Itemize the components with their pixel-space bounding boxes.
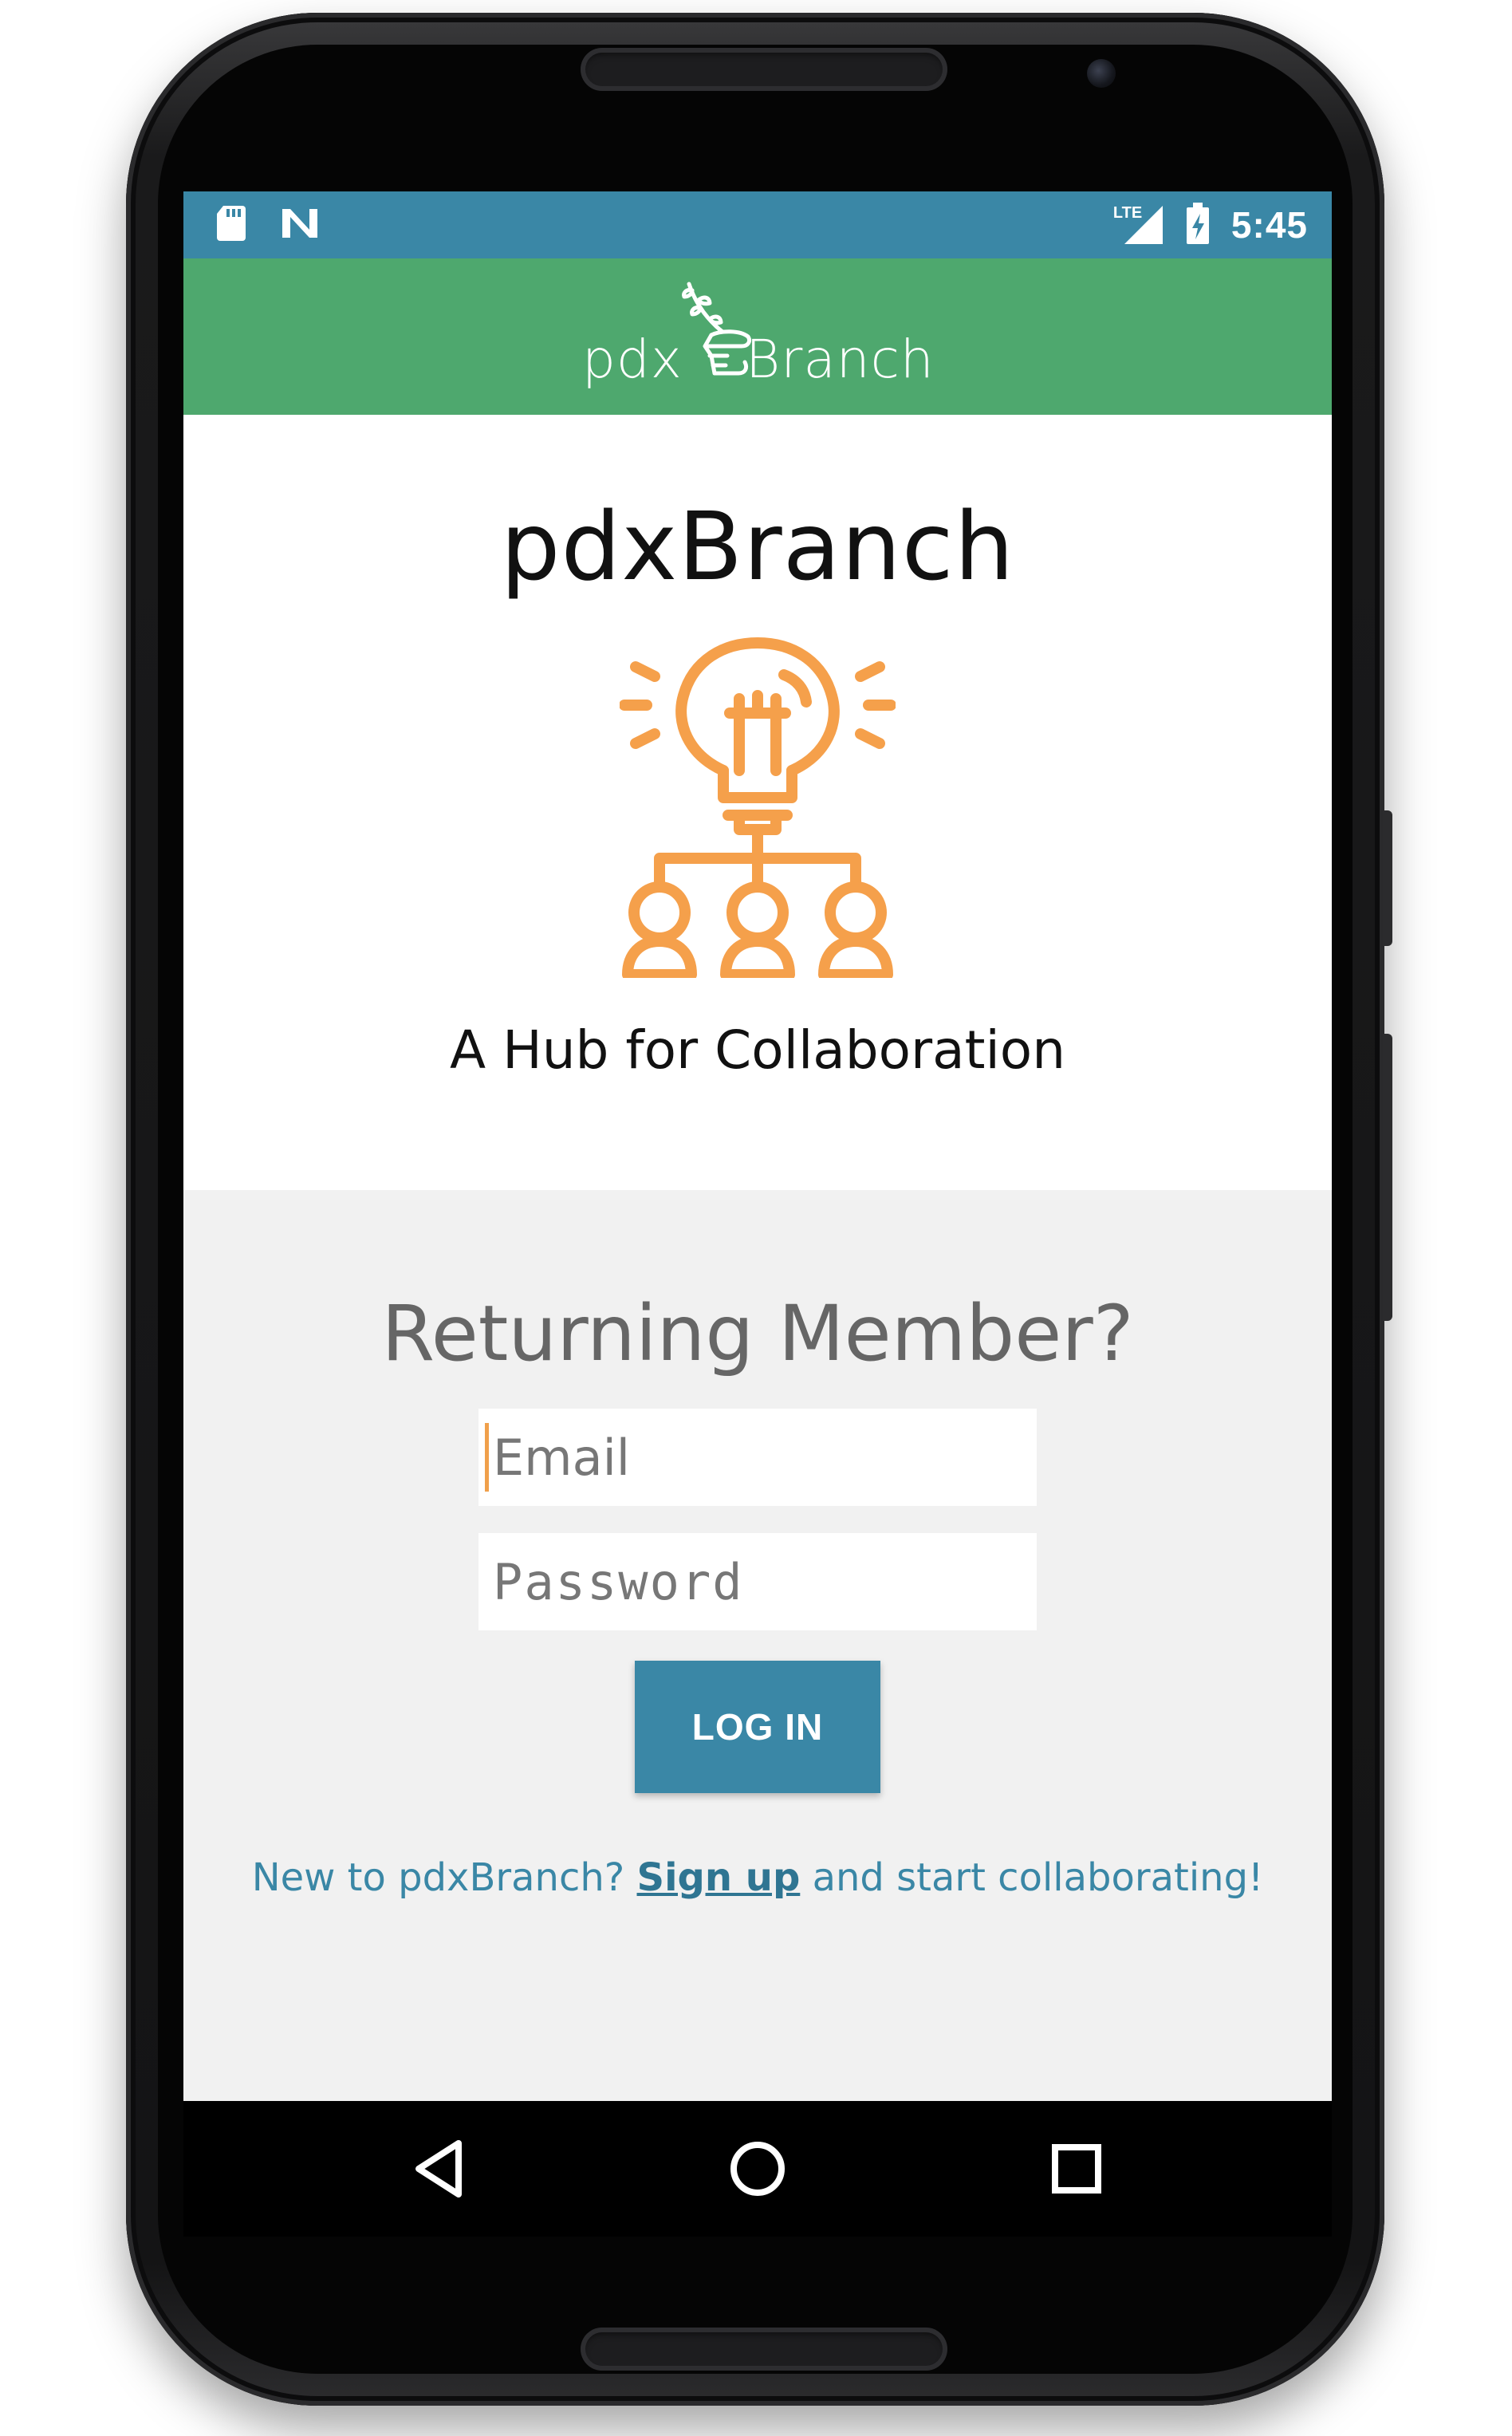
nav-home-button[interactable] (718, 2129, 797, 2209)
hero-tagline: A Hub for Collaboration (449, 1019, 1066, 1081)
password-field[interactable] (478, 1533, 1037, 1630)
login-heading: Returning Member? (381, 1289, 1134, 1378)
lightbulb-team-icon (620, 637, 896, 978)
hero-title: pdxBranch (500, 491, 1015, 601)
power-button (1383, 810, 1392, 946)
login-button[interactable]: LOG IN (635, 1661, 880, 1793)
logo-text-pdx: pdx (582, 329, 683, 390)
sd-card-icon (215, 204, 247, 246)
n-notification-icon (279, 206, 321, 245)
front-camera (1087, 59, 1116, 88)
signup-prefix: New to pdxBranch? (251, 1855, 625, 1900)
recent-apps-square-icon (1052, 2144, 1101, 2194)
login-section: Returning Member? LOG IN New to pdxBranc… (183, 1190, 1332, 2101)
app-bar: pdx Branch (183, 258, 1332, 415)
status-bar: LTE 5:45 (183, 191, 1332, 258)
earpiece-speaker (581, 48, 947, 91)
back-triangle-icon (415, 2140, 462, 2198)
status-icons-right: LTE 5:45 (1113, 191, 1308, 258)
volume-button (1383, 1034, 1392, 1321)
signup-suffix: and start collaborating! (812, 1855, 1264, 1900)
email-field[interactable] (478, 1409, 1037, 1506)
bottom-speaker (581, 2328, 947, 2371)
nav-back-button[interactable] (399, 2129, 478, 2209)
hero-section: pdxBranch A Hub for Collaboration (183, 415, 1332, 1190)
signup-prompt: New to pdxBranch? Sign up and start coll… (183, 1855, 1332, 1900)
battery-charging-icon (1185, 201, 1211, 250)
lte-signal-icon: LTE (1113, 203, 1164, 247)
logo-text-branch: Branch (746, 329, 935, 390)
status-icons-left (215, 191, 321, 258)
navigation-bar (183, 2101, 1332, 2237)
app-logo[interactable]: pdx Branch (582, 279, 935, 399)
clock: 5:45 (1230, 204, 1308, 246)
branch-hand-icon (682, 282, 752, 376)
signup-link[interactable]: Sign up (637, 1855, 801, 1900)
nav-recent-apps-button[interactable] (1037, 2129, 1116, 2209)
text-cursor (485, 1423, 489, 1492)
phone-screen: LTE 5:45 pdx Branch pdxBranch A Hub for … (183, 191, 1332, 2101)
home-circle-icon (730, 2142, 785, 2196)
